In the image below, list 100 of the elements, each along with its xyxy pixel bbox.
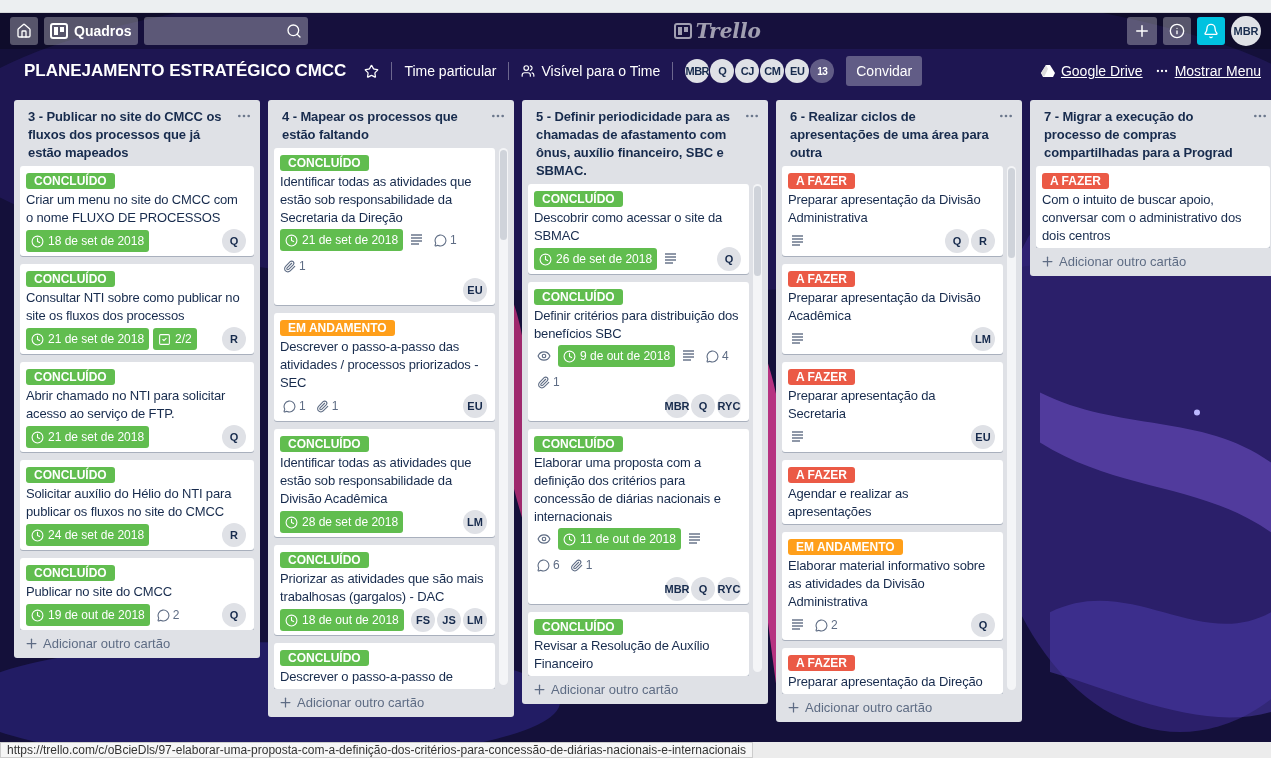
list-title[interactable]: 5 - Definir periodicidade para as chamadas de afastamento com ônus, auxílio financeiro, SBC e SBMAC. bbox=[536, 108, 740, 180]
search-field[interactable] bbox=[143, 17, 308, 45]
member-avatar[interactable]: Q bbox=[222, 603, 246, 627]
card[interactable]: CONCLUÍDO Publicar no site do CMCC 19 de out de 2018 2 Q bbox=[20, 558, 254, 630]
comment-count: 6 bbox=[534, 554, 563, 576]
card[interactable]: CONCLUÍDO Descrever o passo-a-passo de bbox=[274, 643, 495, 689]
comment-count: 1 bbox=[431, 229, 460, 251]
add-card-button[interactable]: Adicionar outro cartão bbox=[1030, 248, 1271, 276]
card[interactable]: CONCLUÍDO Elaborar uma proposta com a definição dos critérios para concessão de diárias nacionais e internacionais 11 de out de 2018 6 1 MBR Q RYC bbox=[528, 429, 749, 604]
member-avatar[interactable]: Q bbox=[691, 394, 715, 418]
clock-icon bbox=[563, 532, 576, 546]
star-icon[interactable] bbox=[364, 63, 380, 79]
card[interactable]: CONCLUÍDO Solicitar auxílio do Hélio do NTI para publicar os fluxos no site do CMCC 24 de set de 2018 R bbox=[20, 460, 254, 550]
eye-icon bbox=[537, 349, 551, 363]
card-title: Solicitar auxílio do Hélio do NTI para publicar os fluxos no site do CMCC bbox=[26, 485, 233, 521]
member-avatar[interactable]: Q bbox=[222, 229, 246, 253]
show-menu-link[interactable]: Mostrar Menu bbox=[1174, 63, 1261, 79]
member-avatar[interactable]: EU bbox=[463, 278, 487, 302]
card[interactable]: CONCLUÍDO Criar um menu no site do CMCC com o nome FLUXO DE PROCESSOS 18 de set de 2018 Q bbox=[20, 166, 254, 256]
card[interactable]: CONCLUÍDO Identificar todas as atividades que estão sob responsabilidade da Divisão Acadêmica 28 de set de 2018 LM bbox=[274, 429, 495, 537]
list-title[interactable]: 7 - Migrar a execução do processo de compras compartilhadas para a Prograd bbox=[1044, 108, 1248, 162]
member-count[interactable]: 13 bbox=[810, 59, 835, 83]
member-avatar[interactable]: MBR bbox=[665, 394, 689, 418]
list-title[interactable]: 3 - Publicar no site do CMCC os fluxos dos processos que já estão mapeados bbox=[28, 108, 232, 162]
list-title[interactable]: 4 - Mapear os processos que estão faltando bbox=[282, 108, 486, 144]
comment-icon bbox=[706, 349, 720, 363]
scrollbar[interactable] bbox=[499, 148, 508, 685]
due-date-badge: 24 de set de 2018 bbox=[26, 524, 150, 546]
add-card-button[interactable]: Adicionar outro cartão bbox=[14, 630, 260, 658]
scrollbar[interactable] bbox=[753, 184, 762, 672]
card[interactable]: A FAZER Preparar apresentação da Divisão Administrativa Q R bbox=[782, 166, 1003, 256]
clock-icon bbox=[563, 349, 576, 363]
due-date-badge: 11 de out de 2018 bbox=[558, 528, 681, 550]
info-icon bbox=[1169, 23, 1185, 39]
clock-icon bbox=[31, 608, 44, 622]
card[interactable]: CONCLUÍDO Abrir chamado no NTI para solicitar acesso ao serviço de FTP. 21 de set de 2018 Q bbox=[20, 362, 254, 452]
boards-button[interactable]: Quadros bbox=[44, 17, 138, 45]
member-avatar[interactable]: JS bbox=[437, 608, 461, 632]
comment-icon bbox=[815, 618, 828, 632]
card[interactable]: A FAZER Agendar e realizar as apresentações bbox=[782, 460, 1003, 524]
card[interactable]: EM ANDAMENTO Descrever o passo-a-passo das atividades / processos priorizados - SEC 1 1 EU bbox=[274, 313, 495, 421]
app-logo[interactable]: Trello bbox=[695, 19, 761, 43]
paperclip-icon bbox=[569, 558, 583, 572]
add-button[interactable] bbox=[1127, 17, 1157, 45]
member-avatar[interactable]: RYC bbox=[717, 394, 741, 418]
card-title: Preparar apresentação da Divisão Acadêmica bbox=[788, 289, 982, 325]
member-avatar[interactable]: RYC bbox=[717, 577, 741, 601]
member-avatar[interactable]: Q bbox=[971, 613, 995, 637]
comment-count: 4 bbox=[703, 345, 732, 367]
card[interactable]: CONCLUÍDO Definir critérios para distribuição dos benefícios SBC 9 de out de 2018 4 1 MBR Q RYC bbox=[528, 282, 749, 421]
member-avatar[interactable]: Q bbox=[222, 425, 246, 449]
team-button[interactable]: Time particular bbox=[404, 63, 497, 79]
paperclip-icon bbox=[283, 259, 296, 273]
card[interactable]: CONCLUÍDO Revisar a Resolução de Auxílio Financeiro bbox=[528, 612, 749, 676]
card[interactable]: A FAZER Preparar apresentação da Secretaria EU bbox=[782, 362, 1003, 452]
card[interactable]: CONCLUÍDO Consultar NTI sobre como publicar no site os fluxos dos processos 21 de set de 2018 2/2 R bbox=[20, 264, 254, 354]
due-date-badge: 18 de out de 2018 bbox=[280, 609, 404, 631]
invite-button[interactable]: Convidar bbox=[846, 56, 923, 86]
add-card-button[interactable]: Adicionar outro cartão bbox=[522, 676, 768, 704]
card[interactable]: A FAZER Com o intuito de buscar apoio, conversar com o administrativo dos dois centros bbox=[1036, 166, 1270, 248]
card[interactable]: EM ANDAMENTO Elaborar material informativo sobre as atividades da Divisão Administrativa 2 Q bbox=[782, 532, 1003, 640]
member-avatar[interactable]: Q bbox=[945, 229, 969, 253]
card[interactable]: A FAZER Preparar apresentação da Direção bbox=[782, 648, 1003, 694]
member-avatar[interactable]: EU bbox=[971, 425, 995, 449]
member-avatar[interactable]: LM bbox=[463, 608, 487, 632]
member-avatar[interactable]: LM bbox=[971, 327, 995, 351]
drive-link[interactable]: Google Drive bbox=[1060, 63, 1143, 79]
comment-icon bbox=[283, 399, 296, 413]
card[interactable]: CONCLUÍDO Priorizar as atividades que são mais trabalhosas (gargalos) - DAC 18 de out de 2018 FS JS LM bbox=[274, 545, 495, 635]
card-label: CONCLUÍDO bbox=[280, 552, 369, 568]
add-card-button[interactable]: Adicionar outro cartão bbox=[776, 694, 1022, 722]
visibility-button[interactable]: Visível para o Time bbox=[541, 63, 661, 79]
scrollbar[interactable] bbox=[1007, 166, 1016, 690]
plus-icon bbox=[24, 636, 39, 651]
card-title: Identificar todas as atividades que estão sob responsabilidade da Secretaria da Direção bbox=[280, 173, 473, 227]
card[interactable]: CONCLUÍDO Descobrir como acessar o site da SBMAC 26 de set de 2018 Q bbox=[528, 184, 749, 274]
board-title[interactable]: PLANEJAMENTO ESTRATÉGICO CMCC bbox=[24, 61, 347, 81]
member-avatar[interactable]: R bbox=[222, 523, 246, 547]
member-avatar[interactable]: LM bbox=[463, 510, 487, 534]
info-button[interactable] bbox=[1163, 17, 1191, 45]
list-title[interactable]: 6 - Realizar ciclos de apresentações de uma área para outra bbox=[790, 108, 994, 162]
card[interactable]: CONCLUÍDO Identificar todas as atividades que estão sob responsabilidade da Secretaria da Direção 21 de set de 2018 1 1 EU bbox=[274, 148, 495, 305]
notifications-button[interactable] bbox=[1197, 17, 1225, 45]
member-avatar[interactable]: FS bbox=[411, 608, 435, 632]
member-avatar[interactable]: R bbox=[222, 327, 246, 351]
member-avatar[interactable]: Q bbox=[717, 247, 741, 271]
card-label: CONCLUÍDO bbox=[280, 436, 369, 452]
member-avatar[interactable]: EU bbox=[463, 394, 487, 418]
home-button[interactable] bbox=[10, 17, 38, 45]
card-label: A FAZER bbox=[788, 655, 855, 671]
card[interactable]: A FAZER Preparar apresentação da Divisão Acadêmica LM bbox=[782, 264, 1003, 354]
add-card-button[interactable]: Adicionar outro cartão bbox=[268, 689, 514, 717]
member-avatar[interactable]: R bbox=[971, 229, 995, 253]
card-label: A FAZER bbox=[788, 173, 855, 189]
card-label: CONCLUÍDO bbox=[534, 191, 623, 207]
comment-count: 2 bbox=[812, 614, 841, 636]
member-avatar[interactable]: MBR bbox=[665, 577, 689, 601]
status-url: https://trello.com/c/oBcieDls/97-elaborar-uma-proposta-com-a-definição-dos-critérios-para-concessão-de-diárias-nacionais-e-internacionais bbox=[0, 742, 753, 758]
due-date-badge: 18 de set de 2018 bbox=[26, 230, 150, 252]
member-avatar[interactable]: Q bbox=[691, 577, 715, 601]
